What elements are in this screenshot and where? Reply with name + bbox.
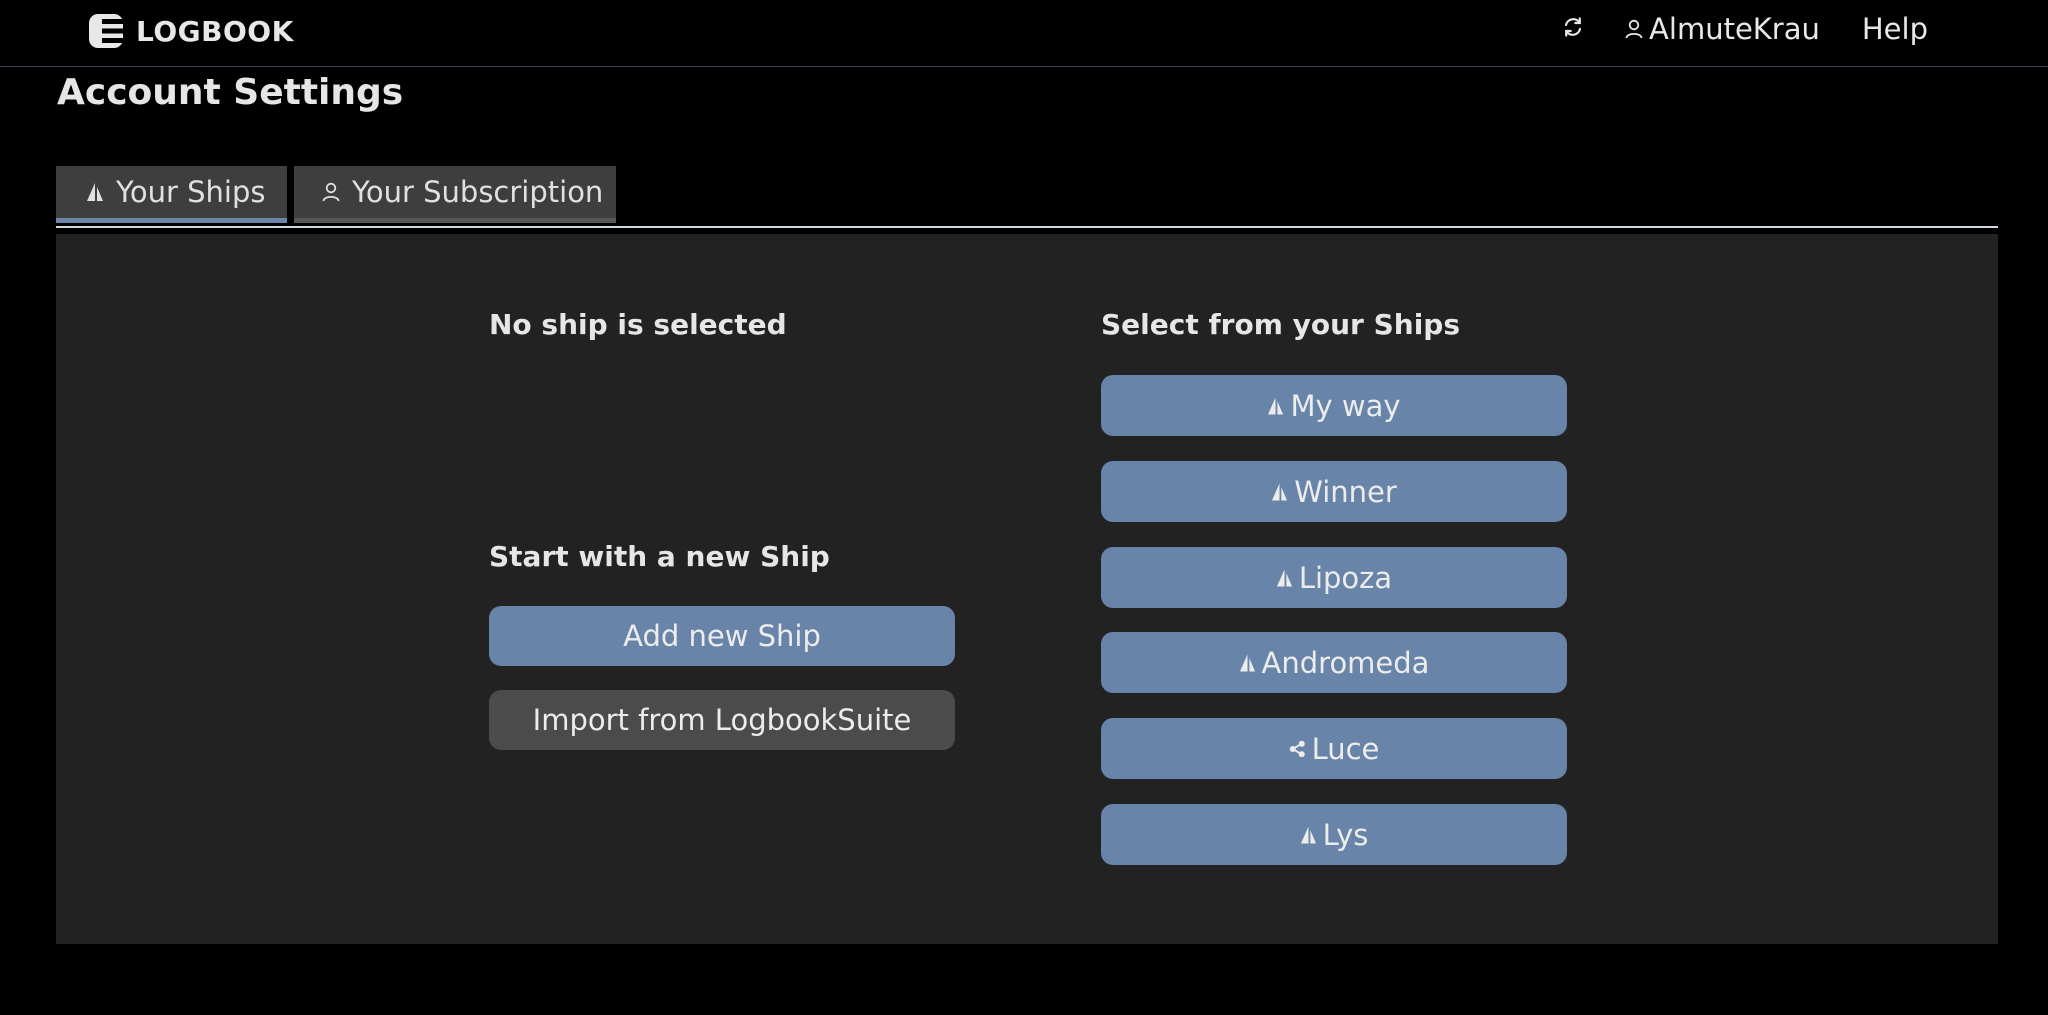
header-actions: AlmuteKrau Help (1559, 8, 1928, 50)
tab-your-subscription[interactable]: Your Subscription (294, 166, 616, 223)
sailboat-icon (1239, 653, 1256, 673)
user-menu[interactable]: AlmuteKrau (1625, 12, 1820, 46)
sailboat-icon (1300, 825, 1317, 845)
ship-name: Andromeda (1261, 645, 1430, 680)
new-ship-heading: Start with a new Ship (489, 540, 830, 573)
sailboat-icon (86, 182, 104, 202)
user-name: AlmuteKrau (1649, 12, 1820, 46)
sailboat-icon (1271, 482, 1288, 502)
ship-name: Lys (1322, 817, 1369, 852)
ship-name: Luce (1311, 731, 1380, 766)
user-icon (322, 182, 340, 202)
share-icon (1289, 740, 1306, 758)
tab-label: Your Subscription (352, 175, 604, 209)
ships-panel: No ship is selected Start with a new Shi… (56, 234, 1998, 944)
add-new-ship-button[interactable]: Add new Ship (489, 606, 955, 666)
ship-button-my-way[interactable]: My way (1101, 375, 1567, 436)
ship-name: Lipoza (1298, 560, 1393, 595)
tab-label: Your Ships (116, 175, 266, 209)
ship-name: My way (1290, 388, 1401, 423)
sailboat-icon (1267, 396, 1284, 416)
ship-button-andromeda[interactable]: Andromeda (1101, 632, 1567, 693)
brand-home-link[interactable]: LOGBOOK (88, 8, 294, 54)
ship-button-lys[interactable]: Lys (1101, 804, 1567, 865)
user-icon (1625, 12, 1643, 46)
brand-name: LOGBOOK (136, 14, 294, 48)
import-from-logbooksuite-button[interactable]: Import from LogbookSuite (489, 690, 955, 750)
tab-your-ships[interactable]: Your Ships (56, 166, 287, 223)
help-link[interactable]: Help (1862, 12, 1928, 46)
select-ships-heading: Select from your Ships (1101, 308, 1461, 341)
logbook-logo-icon (88, 13, 124, 49)
settings-tabs: Your Ships Your Subscription (56, 166, 1998, 228)
ship-name: Winner (1294, 474, 1397, 509)
ship-button-winner[interactable]: Winner (1101, 461, 1567, 522)
ship-button-luce[interactable]: Luce (1101, 718, 1567, 779)
refresh-icon (1562, 16, 1584, 43)
sailboat-icon (1276, 568, 1293, 588)
no-ship-selected-heading: No ship is selected (489, 308, 787, 341)
page-title: Account Settings (57, 72, 404, 113)
refresh-button[interactable] (1559, 15, 1587, 43)
ship-button-lipoza[interactable]: Lipoza (1101, 547, 1567, 608)
top-navigation-bar: LOGBOOK AlmuteKrau Help (0, 0, 2048, 67)
